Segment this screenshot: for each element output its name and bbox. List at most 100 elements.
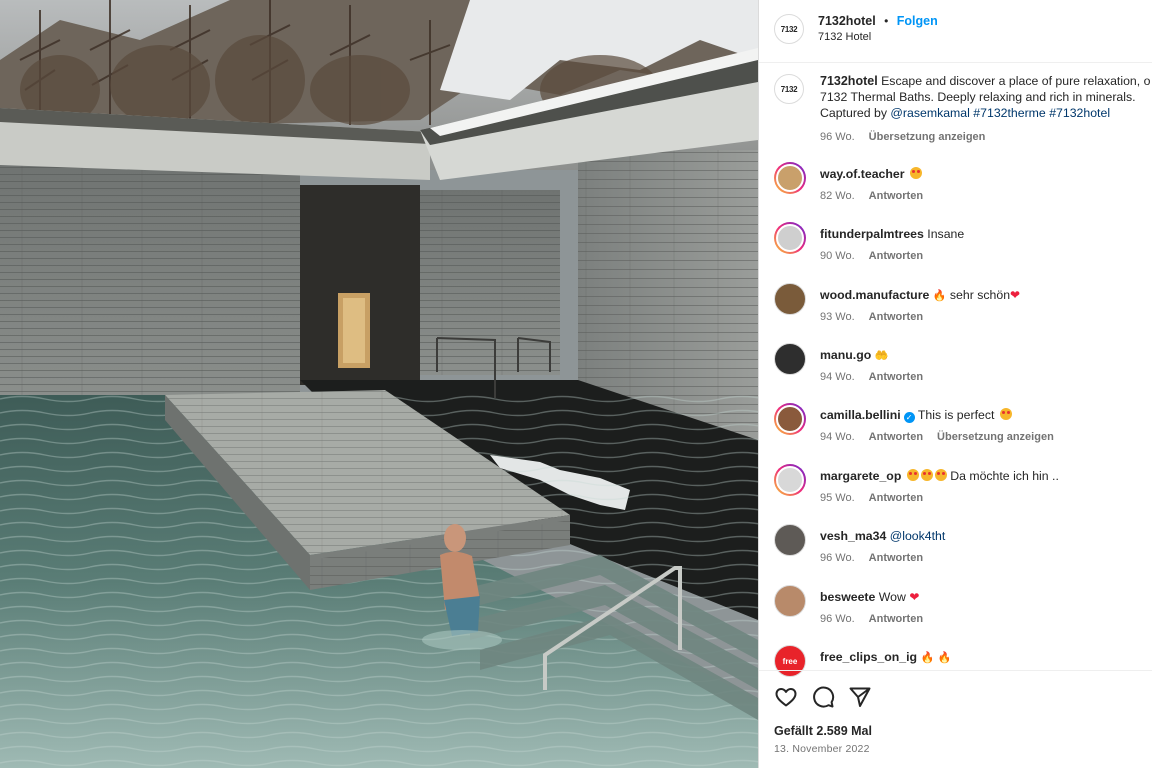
- comment-username[interactable]: way.of.teacher: [820, 167, 905, 181]
- reply-button[interactable]: Antworten: [869, 613, 923, 625]
- comment-age: 95 Wo.: [820, 492, 855, 504]
- caption-age: 96 Wo.: [820, 131, 855, 143]
- account-avatar[interactable]: 7132: [774, 14, 804, 44]
- heart-eyes-emoji: [920, 469, 933, 481]
- comment-username[interactable]: wood.manufacture: [820, 288, 929, 302]
- caption-hashtag-2[interactable]: #7132hotel: [1049, 106, 1110, 120]
- comment-avatar[interactable]: [774, 403, 806, 435]
- follow-button[interactable]: Folgen: [897, 14, 938, 28]
- comment-text: This is perfect: [917, 408, 995, 422]
- comment-age: 82 Wo.: [820, 190, 855, 202]
- comment-meta: 90 Wo. Antworten: [820, 250, 923, 262]
- post-photo[interactable]: [0, 0, 758, 768]
- comment-meta: 94 Wo. Antworten: [820, 371, 923, 383]
- comment-avatar[interactable]: [774, 162, 806, 194]
- translate-link[interactable]: Übersetzung anzeigen: [937, 431, 1054, 443]
- caption: 7132hotel Escape and discover a place of…: [820, 73, 1150, 122]
- comment: vesh_ma34 @look4tht: [820, 529, 945, 543]
- comment: free_clips_on_ig 🔥 🔥: [820, 650, 951, 664]
- header-user-line: 7132hotel • Folgen: [818, 12, 938, 30]
- heart-eyes-emoji: [909, 167, 922, 179]
- comment-avatar[interactable]: [774, 222, 806, 254]
- fire-emoji: 🔥: [932, 290, 947, 302]
- thermal-bath-image: [0, 0, 758, 768]
- comment-username[interactable]: camilla.bellini: [820, 408, 901, 422]
- avatar-image: [776, 466, 804, 494]
- header-separator: •: [884, 14, 889, 28]
- comment-text: Wow: [878, 590, 906, 604]
- comment-meta: 96 Wo. Antworten: [820, 613, 923, 625]
- comment-meta: 82 Wo. Antworten: [820, 190, 923, 202]
- post-date: 13. November 2022: [774, 743, 870, 755]
- comment-avatar[interactable]: [774, 524, 806, 556]
- caption-line2: 7132 Thermal Baths. Deeply relaxing and …: [820, 90, 1136, 105]
- caption-avatar[interactable]: 7132: [774, 74, 804, 104]
- header-username[interactable]: 7132hotel: [818, 14, 876, 28]
- reply-button[interactable]: Antworten: [869, 552, 923, 564]
- reply-button[interactable]: Antworten: [869, 371, 923, 383]
- comment-text: Insane: [927, 227, 965, 241]
- heart-icon[interactable]: [774, 685, 798, 709]
- account-logo-text: 7132: [780, 24, 798, 34]
- comment-avatar[interactable]: [774, 283, 806, 315]
- reply-button[interactable]: Antworten: [869, 311, 923, 323]
- comment-age: 96 Wo.: [820, 552, 855, 564]
- heart-eyes-emoji: [934, 469, 947, 481]
- fire-emoji: 🔥: [920, 652, 935, 664]
- comment: fitunderpalmtrees Insane: [820, 227, 964, 241]
- avatar-image: [776, 405, 804, 433]
- comment-username[interactable]: free_clips_on_ig: [820, 650, 917, 664]
- caption-logo-text: 7132: [780, 84, 798, 94]
- comment-age: 93 Wo.: [820, 311, 855, 323]
- comment-avatar[interactable]: [774, 343, 806, 375]
- comment-username[interactable]: vesh_ma34: [820, 529, 886, 543]
- comment-username[interactable]: margarete_op: [820, 469, 901, 483]
- comment-username[interactable]: manu.go: [820, 348, 871, 362]
- comment: camilla.bellini ✓ This is perfect: [820, 408, 1012, 423]
- comment-meta: 93 Wo. Antworten: [820, 311, 923, 323]
- share-icon[interactable]: [848, 685, 872, 709]
- comment-age: 94 Wo.: [820, 371, 855, 383]
- caption-translate-link[interactable]: Übersetzung anzeigen: [869, 131, 986, 143]
- post-actions: Gefällt 2.589 Mal 13. November 2022: [759, 670, 1152, 769]
- red-heart-emoji: ❤: [909, 590, 920, 604]
- red-heart-emoji: ❤: [1010, 288, 1021, 302]
- comment-username[interactable]: fitunderpalmtrees: [820, 227, 924, 241]
- like-count[interactable]: Gefällt 2.589 Mal: [774, 724, 872, 738]
- comment-text: sehr schön: [949, 288, 1011, 302]
- caption-captured-by: Captured by: [820, 106, 887, 121]
- hands-emoji: 🤲: [874, 350, 889, 362]
- fire-emoji: 🔥: [937, 652, 952, 664]
- caption-username[interactable]: 7132hotel: [820, 74, 878, 88]
- post-header: 7132 7132hotel • Folgen 7132 Hotel: [759, 0, 1152, 63]
- comment-username[interactable]: besweete: [820, 590, 875, 604]
- reply-button[interactable]: Antworten: [869, 190, 923, 202]
- avatar-label: free: [782, 656, 798, 666]
- comment-age: 94 Wo.: [820, 431, 855, 443]
- avatar-image: [776, 164, 804, 192]
- comment: manu.go 🤲: [820, 348, 888, 362]
- comment-text: Da möchte ich hin ..: [950, 469, 1059, 483]
- comment: way.of.teacher: [820, 167, 922, 181]
- heart-eyes-emoji: [906, 469, 919, 481]
- comment-avatar[interactable]: [774, 464, 806, 496]
- comment: wood.manufacture 🔥 sehr schön❤: [820, 288, 1020, 302]
- caption-hashtag-1[interactable]: #7132therme: [973, 106, 1045, 120]
- comment-meta: 95 Wo. Antworten: [820, 492, 923, 504]
- caption-mention[interactable]: @rasemkamal: [890, 106, 969, 120]
- verified-badge-icon: ✓: [903, 412, 915, 423]
- post-side-panel: 7132 7132hotel • Folgen 7132 Hotel 7132 …: [758, 0, 1152, 768]
- reply-button[interactable]: Antworten: [869, 431, 923, 443]
- comment-avatar[interactable]: [774, 585, 806, 617]
- comment: besweete Wow ❤: [820, 590, 919, 604]
- comment: margarete_op Da möchte ich hin ..: [820, 469, 1059, 483]
- comment-age: 96 Wo.: [820, 613, 855, 625]
- location-link[interactable]: 7132 Hotel: [818, 31, 871, 43]
- caption-meta: 96 Wo. Übersetzung anzeigen: [820, 131, 985, 143]
- avatar-image: [776, 224, 804, 252]
- comment-text[interactable]: @look4tht: [890, 529, 946, 543]
- comment-age: 90 Wo.: [820, 250, 855, 262]
- reply-button[interactable]: Antworten: [869, 250, 923, 262]
- comment-icon[interactable]: [811, 685, 835, 709]
- reply-button[interactable]: Antworten: [869, 492, 923, 504]
